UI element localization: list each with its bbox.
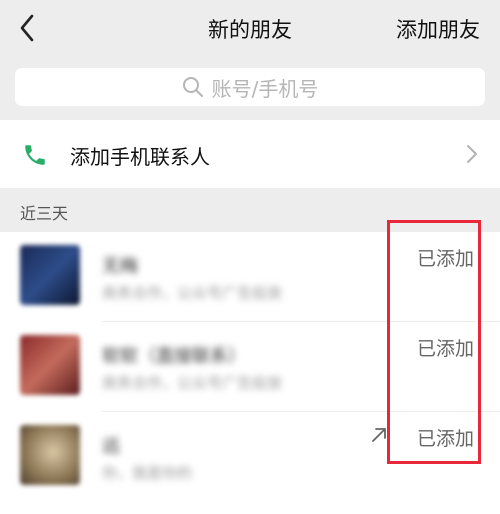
friend-subtitle: 你，我是你的 xyxy=(102,464,193,482)
avatar xyxy=(20,245,80,305)
friend-name: 远 xyxy=(102,436,120,457)
section-header: 近三天 xyxy=(20,204,69,223)
search-input[interactable]: 账号/手机号 xyxy=(15,68,485,106)
avatar xyxy=(20,425,80,485)
nav-bar: 新的朋友 添加朋友 xyxy=(0,0,500,56)
chevron-right-icon xyxy=(466,144,478,168)
friend-subtitle: 商务合作，公众号广告投放 xyxy=(102,374,283,392)
search-icon xyxy=(182,77,203,97)
add-friend-button[interactable]: 添加朋友 xyxy=(396,14,480,44)
highlight-box xyxy=(387,220,481,464)
friend-name: 无梅 xyxy=(102,256,138,277)
search-placeholder: 账号/手机号 xyxy=(211,76,319,101)
friend-name: 软软（直接联系） xyxy=(102,346,246,367)
friend-subtitle: 商务合作，公众号广告投放 xyxy=(102,284,283,302)
add-phone-contacts-row[interactable]: 添加手机联系人 xyxy=(0,120,500,188)
arrow-up-right-icon xyxy=(370,426,388,448)
avatar xyxy=(20,335,80,395)
add-phone-contacts-label: 添加手机联系人 xyxy=(70,145,210,169)
phone-icon xyxy=(22,142,48,172)
